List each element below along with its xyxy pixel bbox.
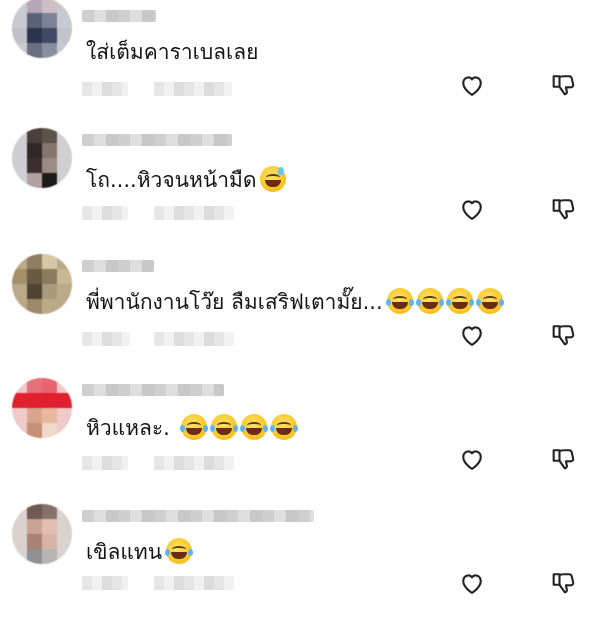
heart-icon [462,574,482,594]
timestamp-redacted [82,332,130,346]
reply-link-redacted[interactable] [154,576,234,590]
like-button[interactable] [457,320,487,350]
comment-text: เขิลแทน [86,538,194,566]
username-redacted [82,260,154,272]
dislike-button[interactable] [548,194,578,224]
emoji-joy [179,414,208,440]
username-redacted [82,134,232,146]
comment-text: พี่พานักงานโว๊ย ลืมเสริฟเตามั๊ย... [86,288,504,316]
thumbs-down-icon [552,199,575,220]
emoji-joy [165,538,194,564]
timestamp-redacted [82,456,128,470]
username-redacted [82,10,156,22]
reply-link-redacted[interactable] [154,456,234,470]
comment-item: หิวแหละ. [0,376,600,500]
dislike-button[interactable] [548,444,578,474]
like-button[interactable] [457,444,487,474]
emoji-joy [239,414,268,440]
heart-icon [462,450,482,470]
username-redacted [82,384,224,396]
heart-icon [462,326,482,346]
like-button[interactable] [457,70,487,100]
comment-item: เขิลแทน [0,502,600,626]
reply-link-redacted[interactable] [154,206,234,220]
like-button[interactable] [457,568,487,598]
like-button[interactable] [457,194,487,224]
comment-text: หิวแหละ. [86,414,298,442]
heart-icon [462,76,482,96]
emoji-joy [385,288,414,314]
comment-item: ใส่เต็มคาราเบลเลย [0,0,600,124]
heart-icon [462,200,482,220]
thumbs-down-icon [552,325,575,346]
reply-link-redacted[interactable] [154,332,234,346]
comment-text: โถ....หิวจนหน้ามืด [86,166,287,194]
avatar[interactable] [12,254,72,314]
username-redacted [82,510,314,522]
avatar[interactable] [12,504,72,564]
dislike-button[interactable] [548,568,578,598]
comment-text: ใส่เต็มคาราเบลเลย [86,40,259,64]
thumbs-down-icon [552,573,575,594]
thumbs-down-icon [552,449,575,470]
timestamp-redacted [82,206,128,220]
dislike-button[interactable] [548,70,578,100]
reply-link-redacted[interactable] [154,82,232,96]
emoji-joy [445,288,474,314]
comment-item: พี่พานักงานโว๊ย ลืมเสริฟเตามั๊ย... [0,252,600,376]
avatar[interactable] [12,0,72,58]
comment-item: โถ....หิวจนหน้ามืด [0,126,600,250]
emoji-joy [209,414,238,440]
dislike-button[interactable] [548,320,578,350]
emoji-sweat-smile [260,166,287,192]
timestamp-redacted [82,82,128,96]
emoji-joy [475,288,504,314]
emoji-joy [415,288,444,314]
emoji-joy [269,414,298,440]
avatar[interactable] [12,378,72,438]
avatar[interactable] [12,128,72,188]
thumbs-down-icon [552,75,575,96]
timestamp-redacted [82,576,128,590]
